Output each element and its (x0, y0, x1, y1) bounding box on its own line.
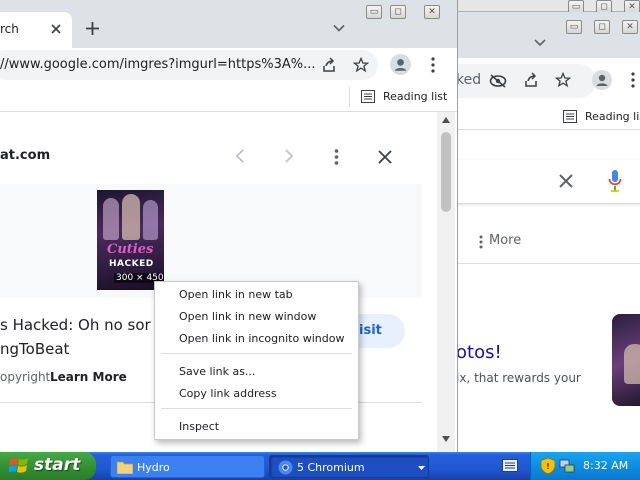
menu-open-new-tab[interactable]: Open link in new tab (155, 284, 358, 306)
address-text[interactable]: //www.google.com/imgres?imgurl=https%3A%… (0, 57, 316, 72)
bookmark-star-icon[interactable] (353, 57, 369, 73)
taskbar-item-hydro[interactable]: Hydro (110, 455, 265, 478)
taskbar-item-chromium-label: 5 Chromium (297, 461, 365, 474)
back-close-button[interactable]: ✕ (622, 20, 638, 34)
learn-more-link[interactable]: Learn More (50, 370, 127, 384)
close-tab-icon[interactable] (51, 24, 61, 34)
thumbnail-subtitle: HACKED (109, 259, 154, 269)
source-site-name[interactable]: at.com (0, 148, 50, 163)
share-icon[interactable] (321, 57, 337, 73)
scroll-thumb[interactable] (441, 132, 451, 212)
menu-copy-link-address[interactable]: Copy link address (155, 383, 358, 405)
bookmarks-bar: Reading list (0, 82, 457, 112)
reading-list-icon[interactable] (563, 110, 577, 123)
scroll-down-icon[interactable] (442, 436, 450, 442)
menu-open-new-window[interactable]: Open link in new window (155, 306, 358, 328)
back-toolbar: ked (456, 58, 640, 104)
taskbar-item-hydro-label: Hydro (137, 461, 170, 474)
folder-icon (117, 461, 133, 474)
maximize-button[interactable]: ◻ (390, 5, 406, 19)
menu-open-incognito[interactable]: Open link in incognito window (155, 328, 358, 350)
back-reading-list-label[interactable]: Reading list (585, 110, 640, 123)
back-result-thumbnail[interactable] (612, 314, 640, 406)
chromium-icon (278, 460, 293, 475)
star-icon[interactable] (555, 72, 571, 88)
system-tray: ! 8:32 AM (530, 452, 640, 480)
next-arrow-icon[interactable] (284, 149, 294, 163)
start-button[interactable]: start (0, 452, 96, 480)
more-dots-icon[interactable] (479, 235, 483, 249)
chevron-down-icon[interactable] (333, 24, 345, 33)
profile-avatar-icon[interactable] (592, 70, 612, 90)
minimize-button[interactable]: ▭ (366, 5, 382, 19)
new-tab-icon[interactable] (86, 22, 99, 35)
figure-center (122, 194, 140, 240)
start-label: start (34, 455, 81, 475)
browser-menu-icon[interactable] (431, 57, 435, 73)
menu-separator (161, 353, 352, 354)
result-title-continued[interactable]: ngToBeat (0, 340, 69, 358)
toolbar: //www.google.com/imgres?imgurl=https%3A%… (0, 48, 457, 82)
divider (456, 263, 640, 264)
keyboard-icon[interactable] (502, 459, 518, 472)
tab-active[interactable]: rch (0, 12, 72, 48)
back-search-box[interactable] (456, 160, 640, 204)
close-panel-icon[interactable] (378, 150, 392, 164)
copyright-notice: opyright. (0, 370, 55, 384)
tab-title: rch (0, 22, 19, 36)
close-window-button[interactable]: ✕ (424, 5, 440, 19)
svg-text:!: ! (546, 462, 550, 471)
visit-button-label: isit (359, 323, 382, 338)
menu-separator (161, 408, 352, 409)
security-shield-icon[interactable]: ! (541, 458, 555, 474)
menu-inspect[interactable]: Inspect (155, 416, 358, 438)
back-more-tab[interactable]: More (489, 233, 521, 248)
share-icon[interactable] (523, 72, 539, 88)
figure-right (143, 200, 158, 240)
back-tab-strip: ▭ ◻ ✕ (456, 12, 640, 58)
taskbar: start Hydro 5 Chromium ! 8:32 AM (0, 452, 640, 480)
taskbar-item-chromium[interactable]: 5 Chromium (269, 455, 429, 478)
back-result-heading[interactable]: otos! (456, 342, 502, 363)
address-bar[interactable]: //www.google.com/imgres?imgurl=https%3A%… (0, 50, 378, 80)
result-title[interactable]: s Hacked: Oh no sor (0, 316, 151, 334)
background-browser-window: ▭ ◻ ✕ ▭ ◻ ✕ ked Reading li More otos! ix… (455, 0, 640, 452)
scrollbar[interactable] (437, 112, 455, 452)
eye-off-icon[interactable] (489, 74, 507, 88)
reading-list-label[interactable]: Reading list (383, 90, 447, 103)
more-options-icon[interactable] (334, 149, 339, 165)
menu-dots-icon[interactable] (631, 72, 635, 88)
bookmarks-divider (349, 87, 350, 107)
back-minimize-button[interactable]: ▭ (566, 20, 582, 34)
figure-left (103, 198, 119, 240)
thumbnail-title: Cuties (107, 242, 154, 257)
profile-avatar-icon[interactable] (390, 54, 411, 75)
preview-image[interactable]: Cuties HACKED 300 × 450 (97, 190, 164, 290)
background-window-titlebar (456, 0, 640, 12)
back-bookmarks-bar: Reading list (456, 104, 640, 130)
context-menu: Open link in new tab Open link in new wi… (154, 281, 359, 440)
back-maximize-button[interactable]: ◻ (594, 20, 610, 34)
menu-save-link-as[interactable]: Save link as... (155, 361, 358, 383)
microphone-icon[interactable] (608, 169, 622, 193)
chevron-down-icon[interactable] (534, 38, 546, 48)
scroll-up-icon[interactable] (442, 117, 450, 123)
network-icon[interactable] (559, 458, 575, 474)
clear-search-icon[interactable] (559, 174, 573, 188)
windows-logo-icon (9, 458, 28, 473)
tab-strip: ▭ ◻ ✕ rch (0, 0, 457, 48)
group-dropdown-icon[interactable] (418, 466, 425, 470)
clock: 8:32 AM (583, 459, 629, 472)
previous-arrow-icon[interactable] (235, 149, 245, 163)
reading-list-icon[interactable] (361, 90, 375, 103)
back-result-snippet: ix, that rewards your (456, 371, 581, 385)
back-address-text: ked (456, 72, 482, 88)
